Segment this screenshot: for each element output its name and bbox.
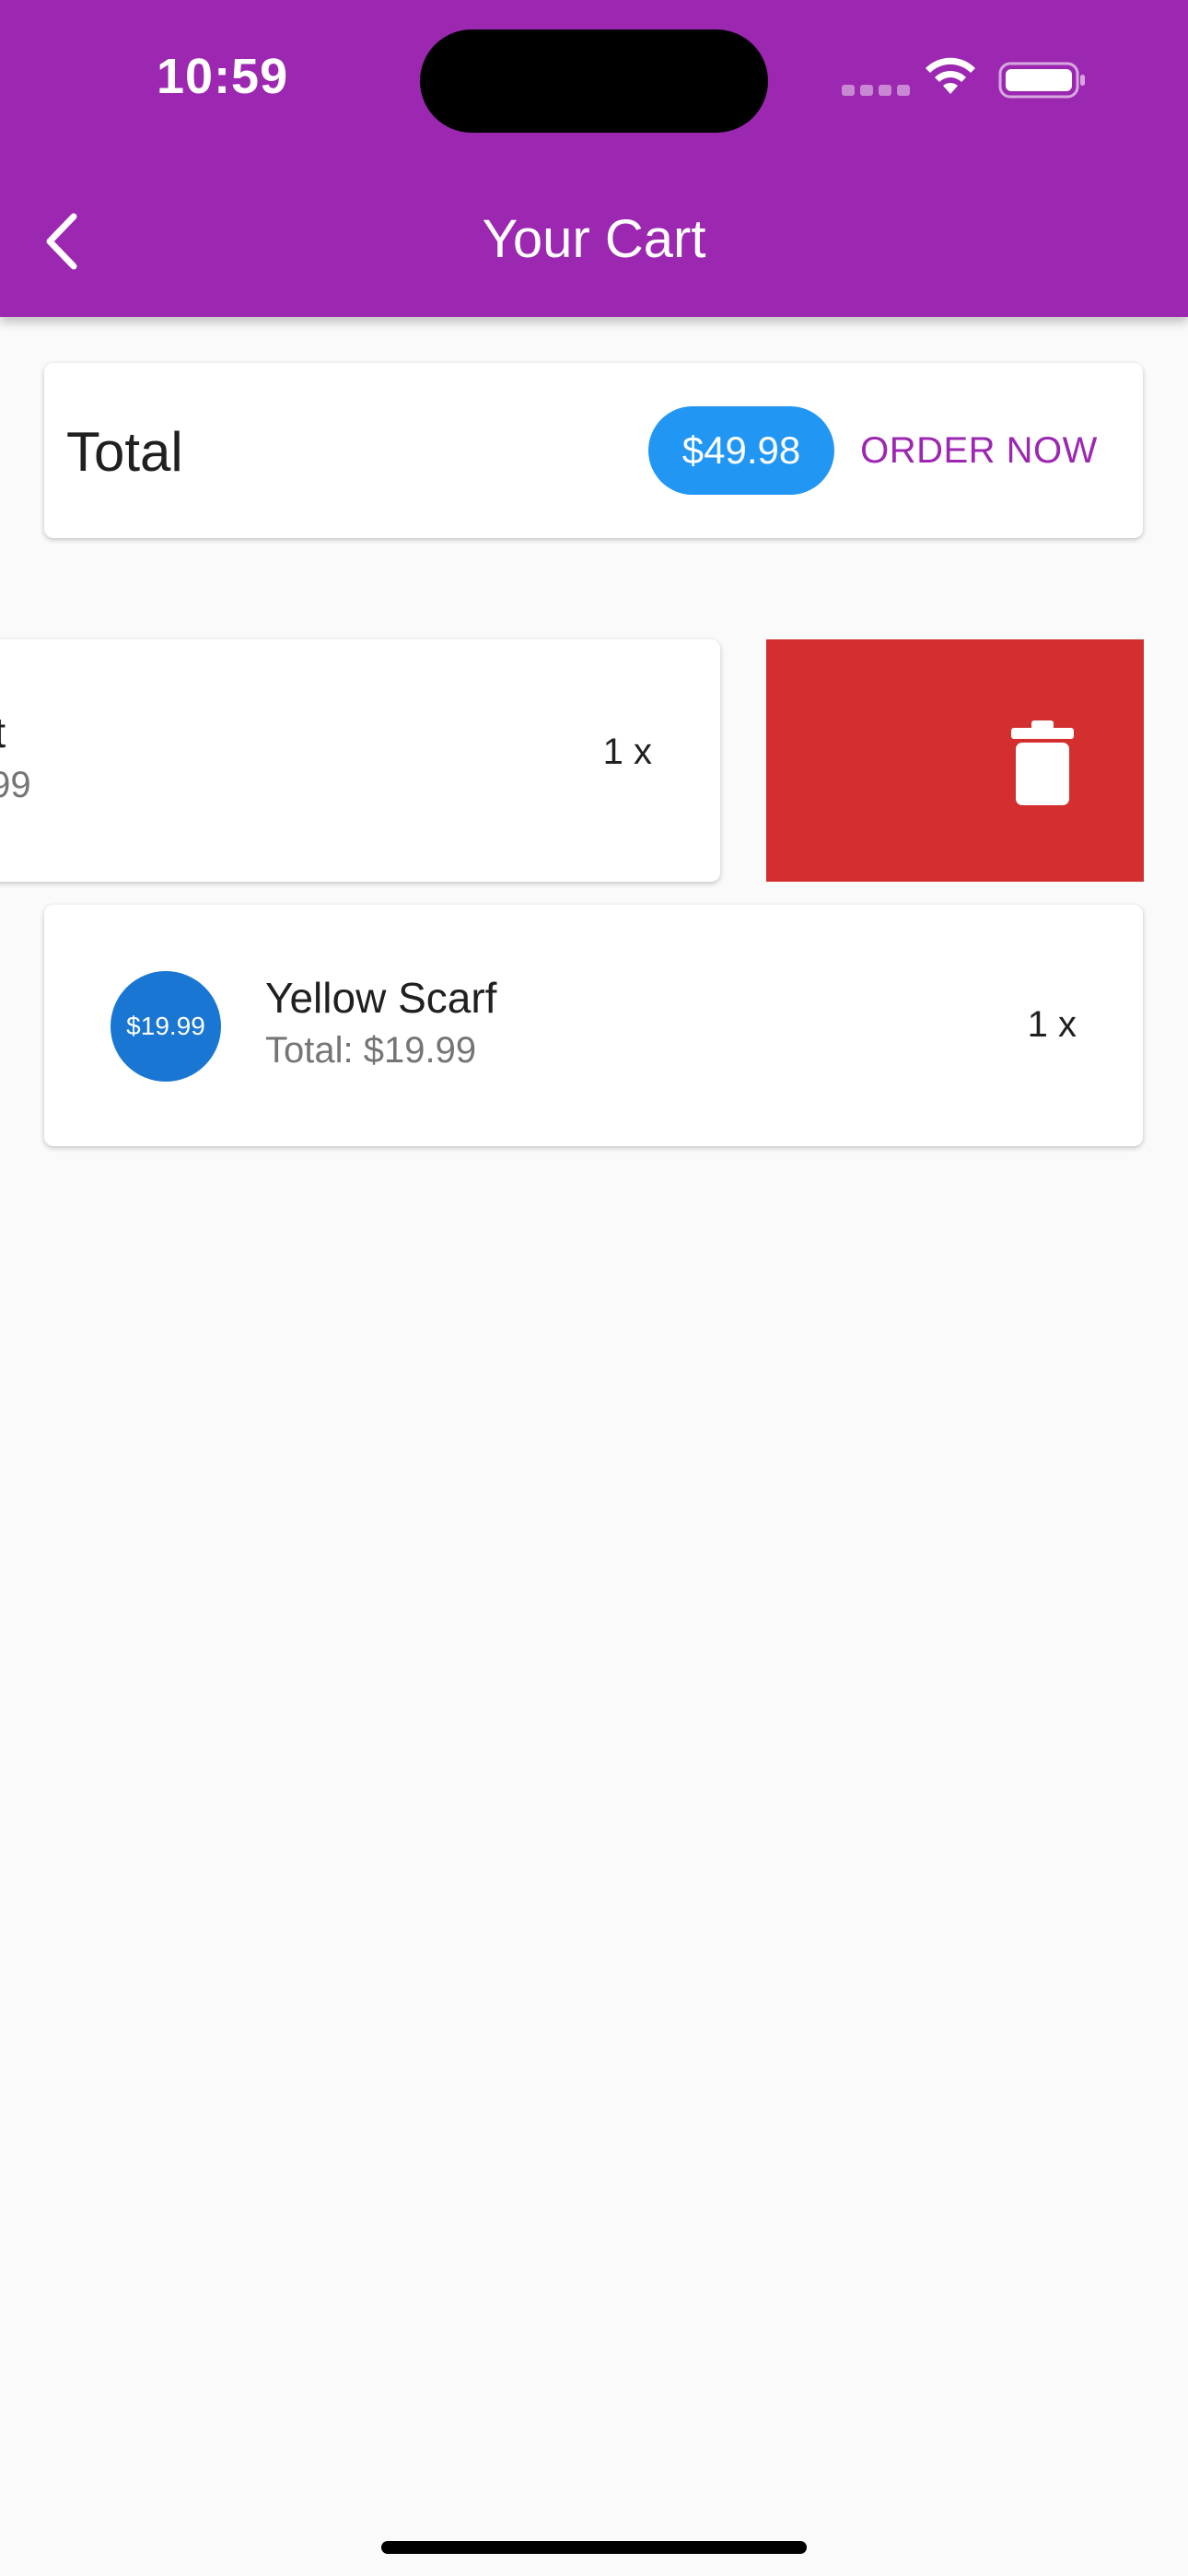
cellular-signal-icon [842,85,910,96]
dynamic-island [420,29,768,133]
cart-item-swiped[interactable]: rt .99 1 x [0,639,720,882]
total-label: Total [66,421,183,483]
cart-item[interactable]: $19.99 Yellow Scarf Total: $19.99 1 x [44,905,1143,1146]
wifi-icon [926,57,975,94]
total-card: Total $49.98 ORDER NOW [44,363,1143,538]
cart-item-subtotal: Total: $19.99 [265,1030,477,1071]
delete-action-background[interactable] [766,639,1144,882]
battery-icon [998,62,1085,99]
total-amount-badge: $49.98 [648,406,834,495]
home-indicator[interactable] [381,2541,807,2554]
trash-icon [1011,720,1074,805]
cart-item-quantity: 1 x [1027,1004,1077,1045]
page-title: Your Cart [482,209,706,269]
app-bar: 10:59 Your Cart [0,0,1188,317]
price-avatar: $19.99 [111,971,221,1082]
cart-item-title: Yellow Scarf [265,974,497,1022]
order-now-button[interactable]: ORDER NOW [847,406,1111,495]
status-time: 10:59 [157,49,289,104]
cart-item-title: rt [0,708,628,757]
cart-item-subtotal: .99 [0,765,31,805]
cart-item-quantity: 1 x [602,732,652,772]
